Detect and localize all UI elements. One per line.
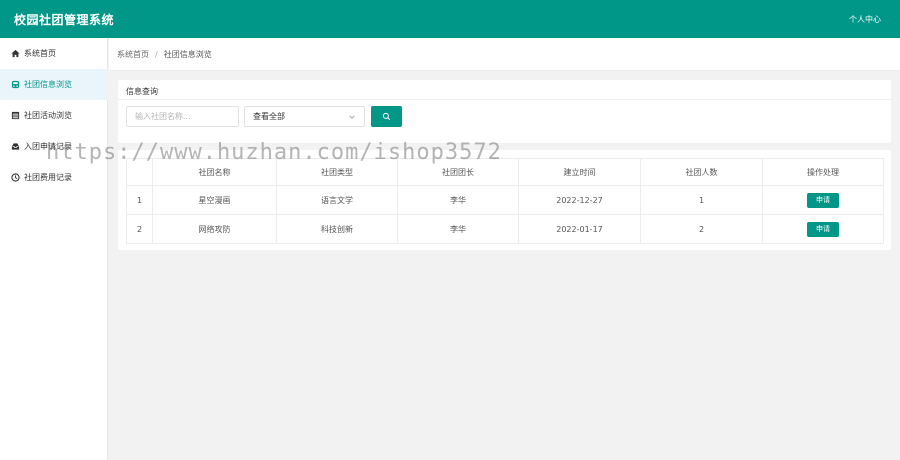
home-icon [11, 49, 20, 58]
sidebar-item-club-info[interactable]: 社团信息浏览 [0, 69, 108, 100]
club-type-cell: 语言文学 [276, 185, 398, 215]
apply-button[interactable]: 申请 [807, 192, 839, 208]
breadcrumb-current: 社团信息浏览 [163, 49, 212, 59]
sidebar-item-label: 社团信息浏览 [24, 80, 72, 89]
top-header: 校园社团管理系统 个人中心 [0, 0, 900, 38]
column-header-action: 操作处理 [762, 158, 884, 186]
founded-date-cell: 2022-12-27 [518, 185, 641, 215]
sidebar-item-label: 社团活动浏览 [24, 111, 72, 120]
breadcrumb: 系统首页 / 社团信息浏览 [109, 38, 900, 71]
action-cell: 申请 [762, 214, 884, 244]
column-header-index [126, 158, 153, 186]
breadcrumb-separator: / [155, 49, 158, 59]
group-icon [11, 80, 20, 89]
search-button[interactable] [371, 106, 402, 127]
search-icon [382, 112, 391, 121]
club-name-search-input[interactable] [126, 106, 239, 127]
table-card: 社团名称 社团类型 社团团长 建立时间 社团人数 操作处理 1 星空漫画 语言文… [118, 150, 891, 250]
club-type-select-value: 查看全部 [253, 112, 285, 121]
member-count-cell: 2 [640, 214, 763, 244]
column-header-type: 社团类型 [276, 158, 398, 186]
table-header-row: 社团名称 社团类型 社团团长 建立时间 社团人数 操作处理 [126, 158, 884, 186]
column-header-members: 社团人数 [640, 158, 763, 186]
sidebar-item-home[interactable]: 系统首页 [0, 38, 108, 69]
search-card: 信息查询 查看全部 [118, 80, 891, 143]
action-cell: 申请 [762, 185, 884, 215]
club-type-cell: 科技创新 [276, 214, 398, 244]
sidebar-item-label: 系统首页 [24, 49, 56, 58]
apply-button[interactable]: 申请 [807, 221, 839, 237]
club-name-cell: 网络攻防 [152, 214, 277, 244]
row-index: 2 [126, 214, 153, 244]
sidebar-item-label: 社团费用记录 [24, 173, 72, 182]
breadcrumb-home-link[interactable]: 系统首页 [117, 49, 149, 60]
search-card-title: 信息查询 [126, 87, 158, 96]
calendar-icon [11, 111, 20, 120]
club-type-select[interactable]: 查看全部 [244, 106, 365, 127]
column-header-name: 社团名称 [152, 158, 277, 186]
user-center-link[interactable]: 个人中心 [849, 14, 881, 25]
card-divider [118, 99, 891, 100]
chevron-down-icon [349, 115, 355, 119]
table-row: 1 星空漫画 语言文学 李华 2022-12-27 1 申请 [126, 185, 884, 215]
sidebar: 系统首页 社团信息浏览 社团活动浏览 入团申请记录 社团费用记录 [0, 38, 108, 460]
app-title: 校园社团管理系统 [14, 13, 115, 27]
founded-date-cell: 2022-01-17 [518, 214, 641, 244]
column-header-leader: 社团团长 [397, 158, 519, 186]
sidebar-item-join-applications[interactable]: 入团申请记录 [0, 131, 108, 162]
sidebar-item-club-activities[interactable]: 社团活动浏览 [0, 100, 108, 131]
club-name-cell: 星空漫画 [152, 185, 277, 215]
club-table: 社团名称 社团类型 社团团长 建立时间 社团人数 操作处理 1 星空漫画 语言文… [126, 158, 884, 244]
clock-icon [11, 173, 20, 182]
member-count-cell: 1 [640, 185, 763, 215]
inbox-icon [11, 142, 20, 151]
sidebar-item-label: 入团申请记录 [24, 142, 72, 151]
club-leader-cell: 李华 [397, 185, 519, 215]
table-row: 2 网络攻防 科技创新 李华 2022-01-17 2 申请 [126, 214, 884, 244]
column-header-founded: 建立时间 [518, 158, 641, 186]
sidebar-item-club-fees[interactable]: 社团费用记录 [0, 162, 108, 193]
club-leader-cell: 李华 [397, 214, 519, 244]
row-index: 1 [126, 185, 153, 215]
